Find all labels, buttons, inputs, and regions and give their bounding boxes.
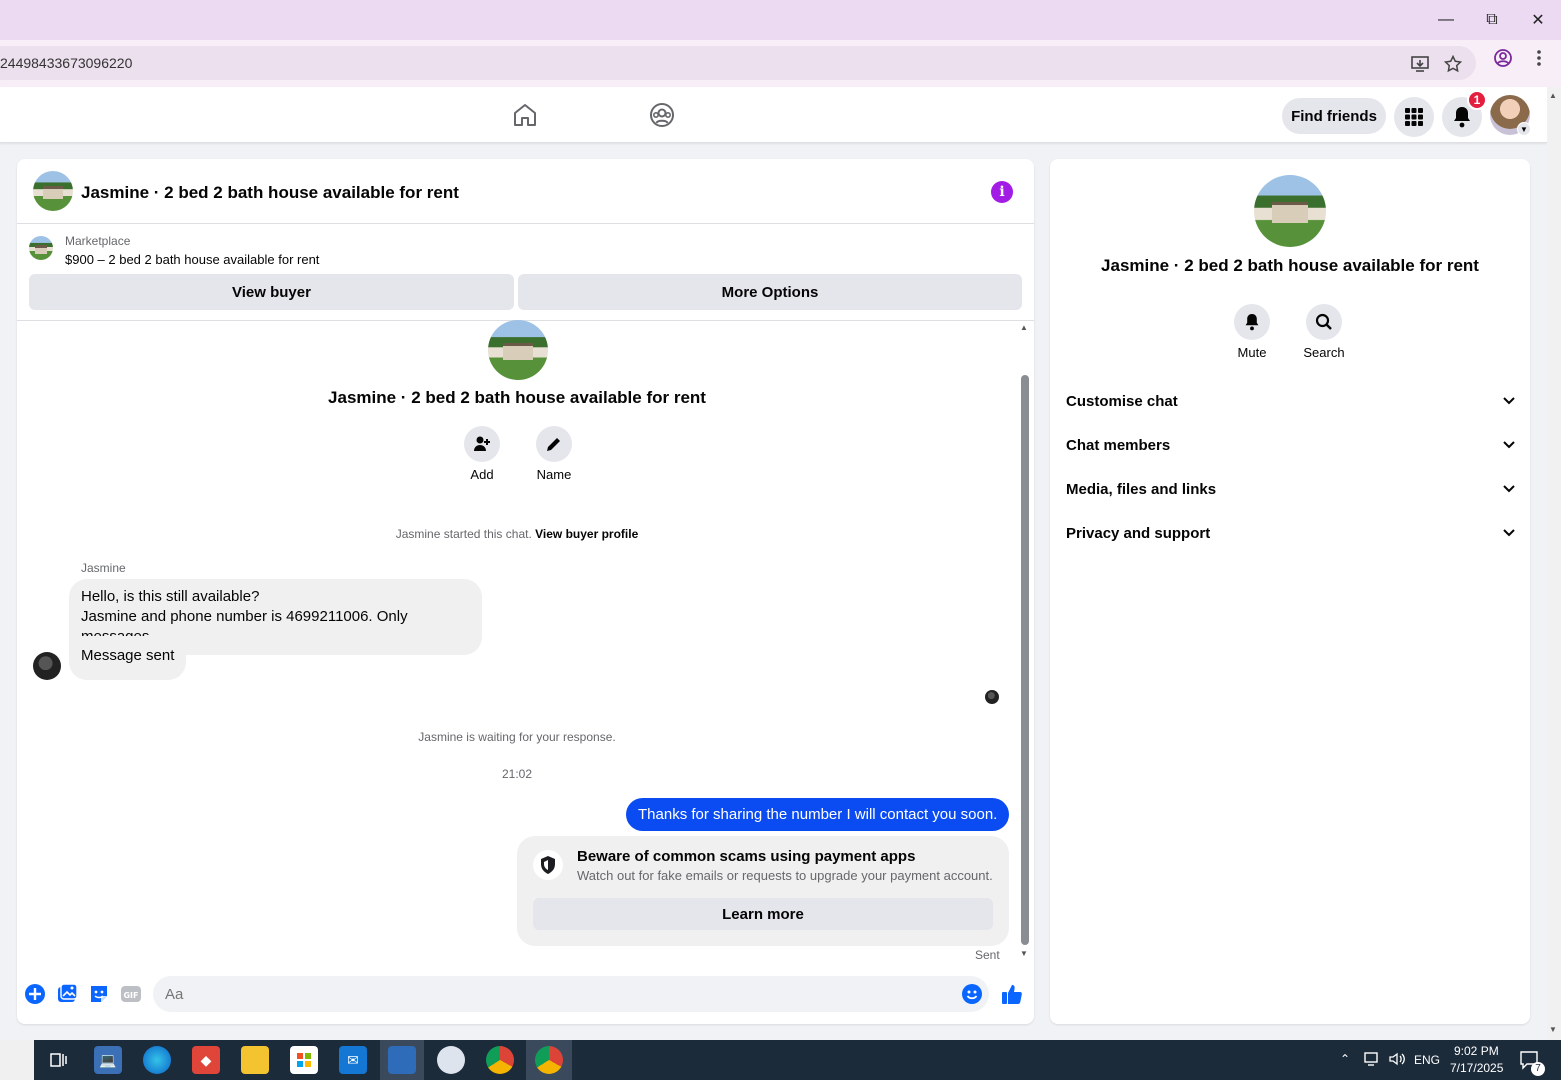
scroll-down-icon[interactable]: ▼ [1020, 949, 1028, 958]
accordion-privacy-support[interactable]: Privacy and support [1066, 513, 1516, 553]
gif-icon[interactable]: GIF [120, 983, 142, 1005]
sender-name: Jasmine [81, 561, 126, 575]
read-receipt-avatar [985, 690, 999, 704]
accordion-chat-members[interactable]: Chat members [1066, 425, 1516, 465]
search-button[interactable] [1306, 304, 1342, 340]
scroll-down-icon[interactable]: ▼ [1549, 1025, 1557, 1034]
chat-scrollbar[interactable]: ▲ ▼ [1019, 321, 1031, 961]
details-title: Jasmine · 2 bed 2 bath house available f… [1101, 256, 1479, 275]
outgoing-message[interactable]: Thanks for sharing the number I will con… [626, 798, 1010, 831]
photo-icon[interactable] [56, 983, 78, 1005]
chrome-profile-icon[interactable] [535, 1046, 563, 1074]
volume-icon[interactable] [1388, 1051, 1406, 1070]
shield-icon [533, 850, 563, 880]
listing-thumbnail[interactable] [29, 236, 53, 260]
scroll-up-icon[interactable]: ▲ [1020, 323, 1028, 332]
chat-avatar[interactable] [33, 171, 73, 211]
search-label: Search [1303, 345, 1345, 360]
document-app-icon[interactable] [388, 1046, 416, 1074]
add-people-button[interactable] [464, 426, 500, 462]
mail-icon[interactable]: ✉ [339, 1046, 367, 1074]
learn-more-button[interactable]: Learn more [533, 898, 993, 930]
clock-date[interactable]: 7/17/2025 [1450, 1061, 1503, 1075]
chevron-down-icon [1502, 481, 1516, 498]
add-label: Add [470, 467, 494, 482]
kebab-menu-icon[interactable] [1529, 48, 1549, 68]
restore-icon[interactable]: ⧉ [1477, 8, 1507, 32]
anydesk-icon[interactable]: ◆ [192, 1046, 220, 1074]
scam-warning-title: Beware of common scams using payment app… [577, 848, 916, 865]
scam-warning-card: Beware of common scams using payment app… [517, 836, 1009, 946]
details-avatar[interactable] [1254, 175, 1326, 247]
message-input[interactable] [153, 976, 989, 1012]
chat-title[interactable]: Jasmine · 2 bed 2 bath house available f… [81, 183, 459, 203]
scam-warning-text: Watch out for fake emails or requests to… [577, 868, 993, 883]
thumbs-up-icon[interactable] [1001, 983, 1023, 1005]
mute-label: Mute [1237, 345, 1267, 360]
chat-panel: Jasmine · 2 bed 2 bath house available f… [17, 159, 1034, 1024]
sender-avatar[interactable] [33, 652, 61, 680]
info-icon[interactable]: i [991, 181, 1013, 203]
listing-price[interactable]: $900 – 2 bed 2 bath house available for … [65, 252, 319, 267]
name-label: Name [536, 467, 572, 482]
notification-count-badge: 7 [1531, 1062, 1545, 1076]
divider [17, 223, 1034, 224]
menu-grid-icon[interactable] [1394, 97, 1434, 137]
file-explorer-icon[interactable] [241, 1046, 269, 1074]
minimize-icon[interactable]: — [1431, 8, 1461, 32]
chat-details-panel: Jasmine · 2 bed 2 bath house available f… [1050, 159, 1530, 1024]
more-options-button[interactable]: More Options [518, 274, 1022, 310]
paint-app-icon[interactable] [437, 1046, 465, 1074]
chevron-down-icon [1502, 525, 1516, 542]
groups-icon[interactable] [648, 101, 676, 129]
incoming-message[interactable]: Message sent [69, 636, 187, 680]
emoji-icon[interactable] [961, 983, 983, 1005]
start-button[interactable] [0, 1040, 34, 1080]
chevron-down-icon[interactable]: ▼ [1517, 122, 1531, 136]
sticker-icon[interactable] [88, 983, 110, 1005]
browser-toolbar: 24498433673096220 [0, 40, 1561, 87]
scroll-up-icon[interactable]: ▲ [1549, 91, 1557, 100]
chat-intro-avatar [488, 320, 548, 380]
chrome-icon[interactable] [486, 1046, 514, 1074]
close-icon[interactable]: ✕ [1523, 8, 1553, 32]
edge-browser-icon[interactable] [143, 1046, 171, 1074]
sent-status: Sent [975, 948, 1000, 962]
find-friends-button[interactable]: Find friends [1282, 98, 1386, 134]
browser-titlebar: — ⧉ ✕ [0, 0, 1561, 40]
notification-badge: 1 [1467, 90, 1487, 110]
microsoft-store-icon[interactable] [290, 1046, 318, 1074]
marketplace-label: Marketplace [65, 234, 131, 248]
page-scrollbar[interactable]: ▲ ▼ [1547, 87, 1561, 1040]
task-view-icon[interactable] [44, 1046, 72, 1074]
address-bar[interactable]: 24498433673096220 [0, 46, 1476, 80]
accordion-customise-chat[interactable]: Customise chat [1066, 381, 1516, 421]
view-buyer-button[interactable]: View buyer [29, 274, 514, 310]
chevron-down-icon [1502, 437, 1516, 454]
scroll-thumb[interactable] [1021, 375, 1029, 945]
language-indicator[interactable]: ENG [1414, 1053, 1440, 1067]
url-text: 24498433673096220 [0, 55, 133, 71]
plus-circle-icon[interactable] [24, 983, 46, 1005]
chat-started-notice: Jasmine started this chat. View buyer pr… [395, 527, 639, 541]
windows-taskbar: 💻 ◆ ✉ ⌃ ENG 9:02 PM 7/17/2025 7 [0, 1040, 1561, 1080]
bookmark-star-icon[interactable] [1443, 54, 1463, 74]
facebook-header: Find friends [0, 87, 1547, 143]
profile-icon[interactable] [1493, 48, 1513, 68]
chevron-down-icon [1502, 393, 1516, 410]
accordion-media-files-links[interactable]: Media, files and links [1066, 469, 1516, 509]
this-pc-icon[interactable]: 💻 [94, 1046, 122, 1074]
waiting-notice: Jasmine is waiting for your response. [418, 730, 616, 744]
chat-intro-title: Jasmine · 2 bed 2 bath house available f… [328, 388, 706, 407]
network-icon[interactable] [1363, 1051, 1381, 1070]
view-buyer-profile-link[interactable]: View buyer profile [535, 527, 638, 541]
home-icon[interactable] [511, 101, 539, 129]
svg-text:GIF: GIF [123, 991, 138, 1000]
timestamp: 21:02 [501, 767, 533, 781]
edit-name-button[interactable] [536, 426, 572, 462]
chevron-up-icon[interactable]: ⌃ [1340, 1052, 1350, 1066]
install-app-icon[interactable] [1410, 54, 1430, 74]
clock-time[interactable]: 9:02 PM [1454, 1044, 1499, 1058]
mute-button[interactable] [1234, 304, 1270, 340]
